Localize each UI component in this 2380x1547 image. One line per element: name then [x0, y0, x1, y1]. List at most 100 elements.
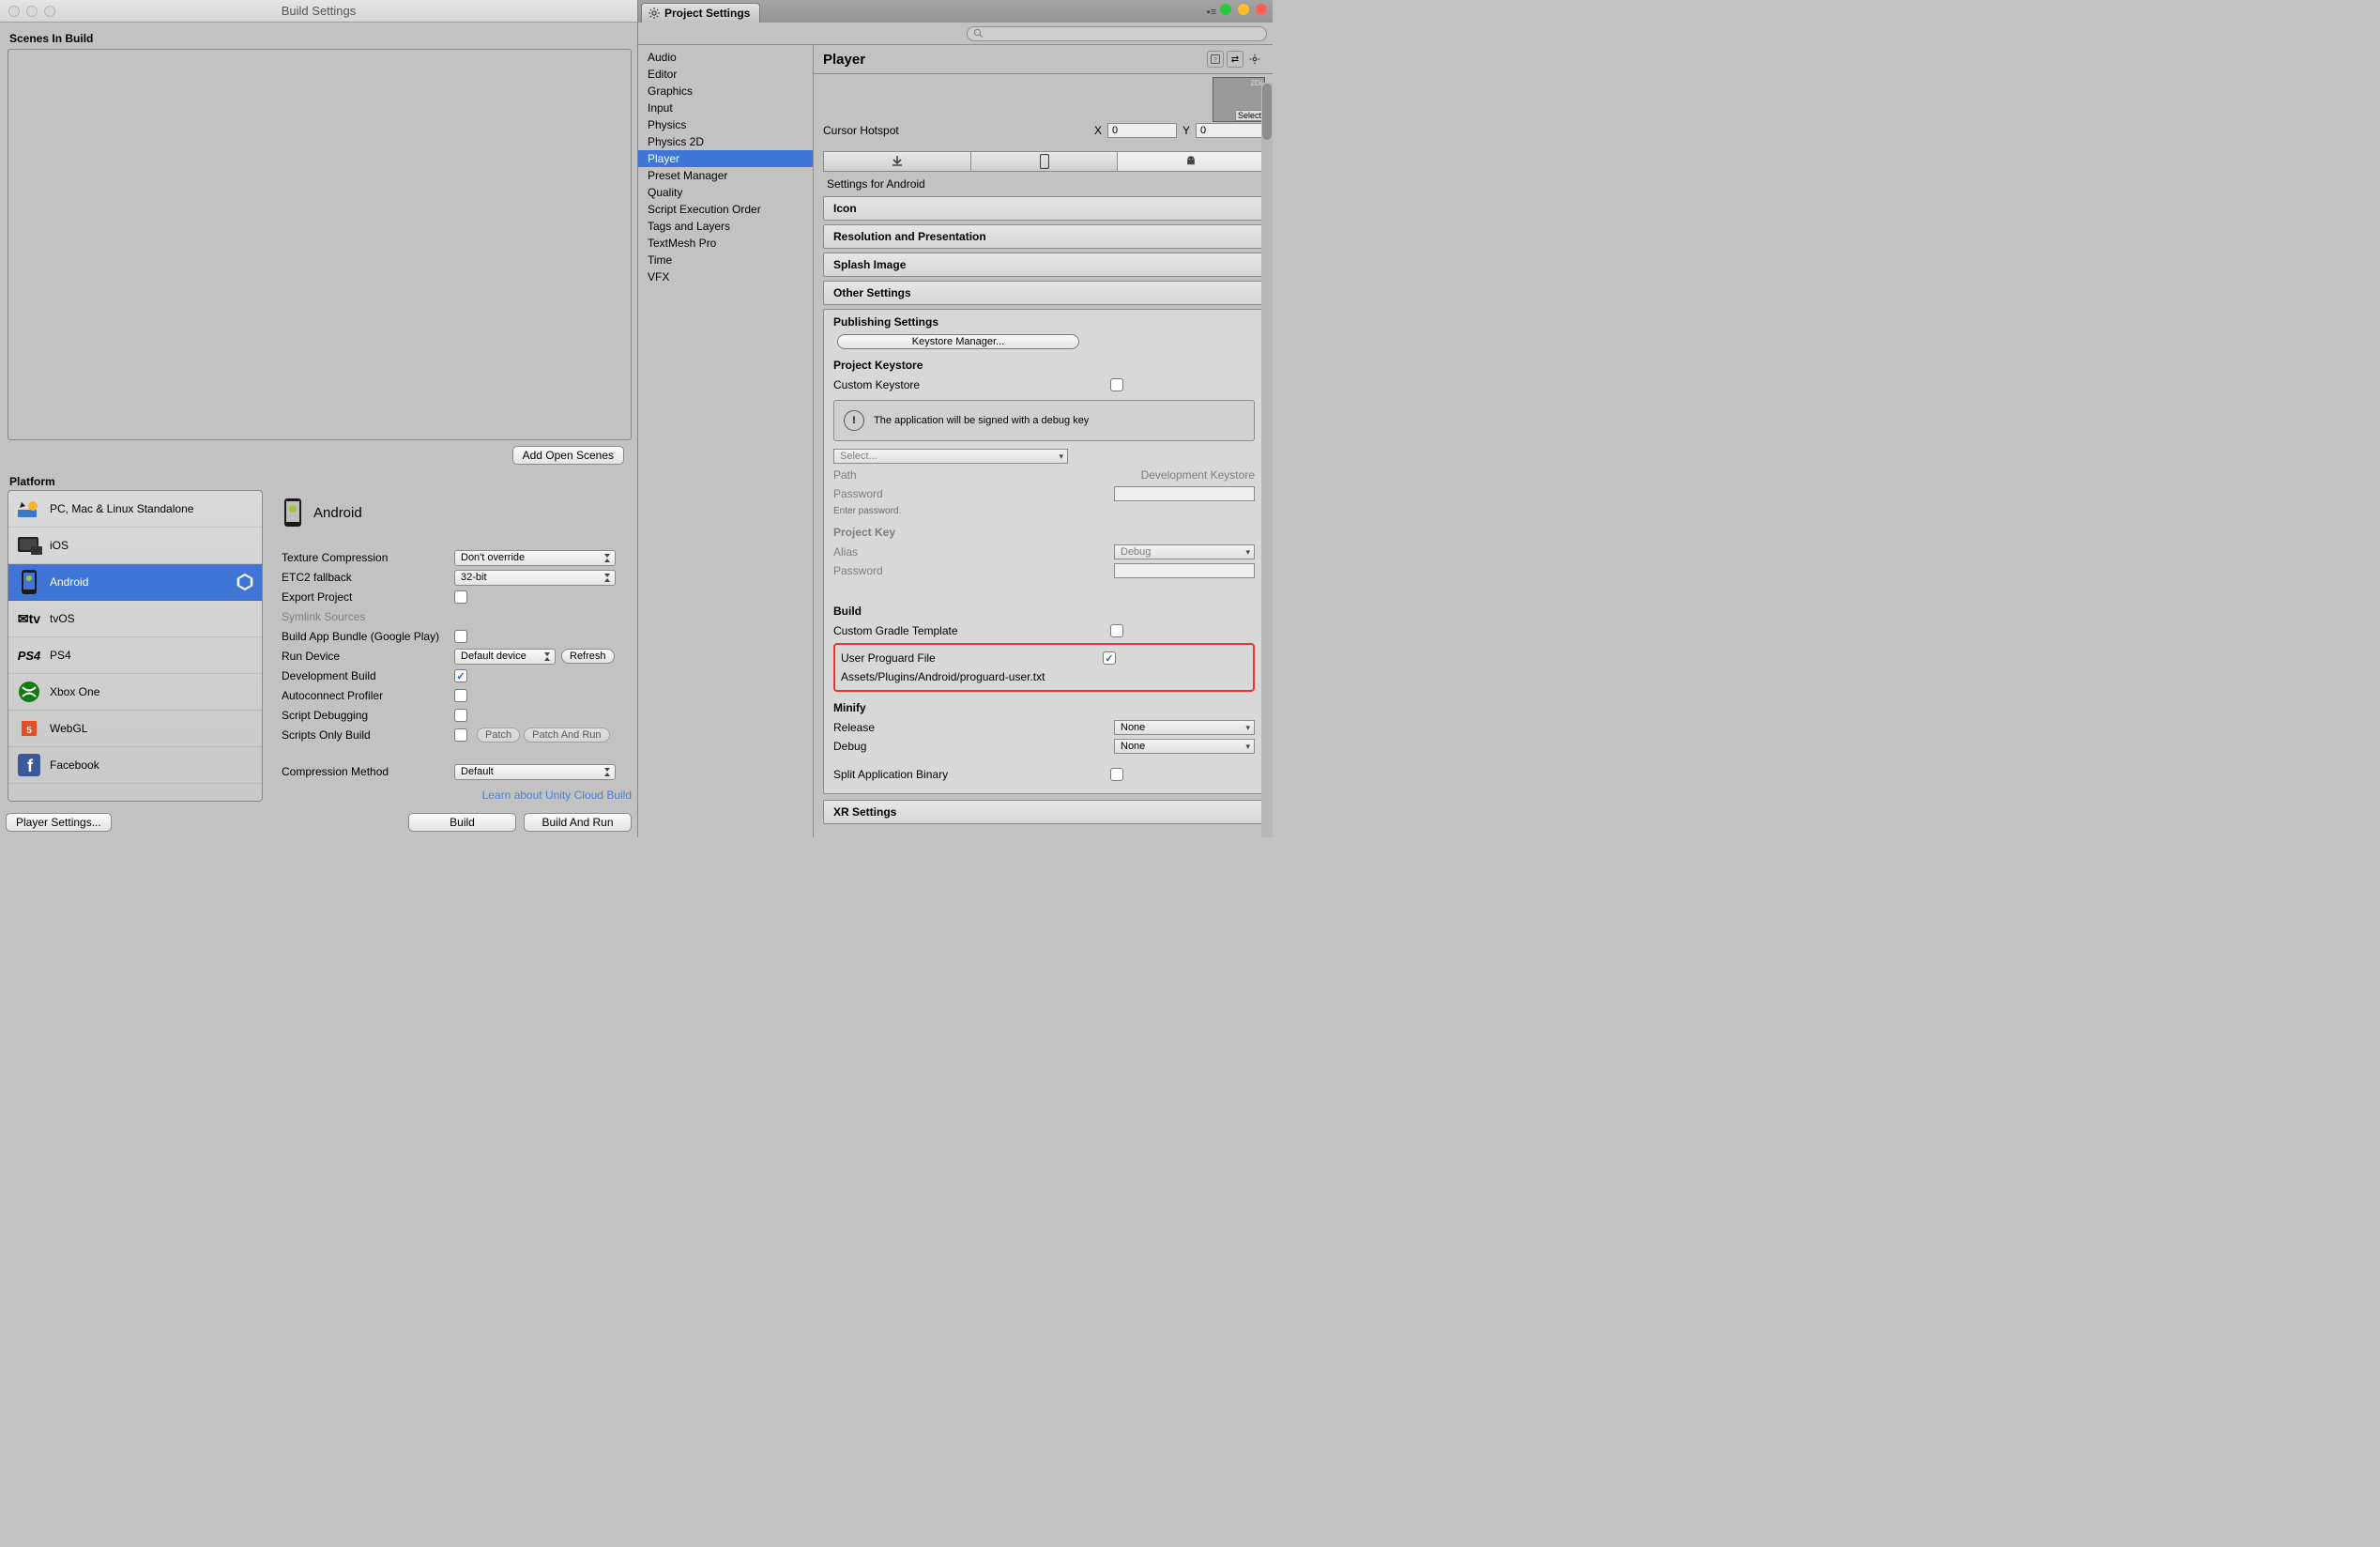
- alias-select[interactable]: Debug: [1114, 544, 1255, 559]
- android-phone-icon: [282, 498, 304, 528]
- fold-other[interactable]: Other Settings: [823, 281, 1265, 305]
- nav-editor[interactable]: Editor: [638, 66, 813, 83]
- platform-item-ps4[interactable]: PS4 PS4: [8, 637, 262, 674]
- select-button[interactable]: Select: [1235, 110, 1264, 121]
- fold-resolution[interactable]: Resolution and Presentation: [823, 224, 1265, 249]
- user-proguard-checkbox[interactable]: [1103, 651, 1116, 665]
- tab-android[interactable]: [1118, 151, 1265, 172]
- key-password-input[interactable]: [1114, 563, 1255, 578]
- refresh-button[interactable]: Refresh: [561, 649, 615, 664]
- scenes-label: Scenes In Build: [8, 28, 632, 49]
- script-debug-checkbox[interactable]: [454, 709, 467, 722]
- patch-run-button[interactable]: Patch And Run: [524, 728, 609, 743]
- run-device-select[interactable]: Default device: [454, 649, 556, 665]
- mac-close-dot[interactable]: [1256, 4, 1267, 15]
- fold-splash[interactable]: Splash Image: [823, 253, 1265, 277]
- texture-compression-select[interactable]: Don't override: [454, 550, 616, 566]
- platform-label: Platform: [8, 473, 632, 490]
- patch-button[interactable]: Patch: [477, 728, 520, 743]
- search-input[interactable]: [967, 26, 1267, 41]
- cursor-x-input[interactable]: [1107, 123, 1177, 138]
- content-scrollbar[interactable]: [1261, 83, 1273, 837]
- mac-min-dot[interactable]: [1238, 4, 1249, 15]
- dev-build-checkbox[interactable]: [454, 669, 467, 682]
- platform-item-webgl[interactable]: 5 WebGL: [8, 711, 262, 747]
- nav-player[interactable]: Player: [638, 150, 813, 167]
- nav-physics[interactable]: Physics: [638, 116, 813, 133]
- scroll-thumb[interactable]: [1262, 84, 1272, 140]
- custom-keystore-checkbox[interactable]: [1110, 378, 1123, 391]
- fold-xr[interactable]: XR Settings: [823, 800, 1265, 824]
- nav-tags[interactable]: Tags and Layers: [638, 218, 813, 235]
- scripts-only-checkbox[interactable]: [454, 728, 467, 742]
- keystore-manager-button[interactable]: Keystore Manager...: [837, 334, 1079, 349]
- keystore-password-input[interactable]: [1114, 486, 1255, 501]
- nav-audio[interactable]: Audio: [638, 49, 813, 66]
- cursor-y-input[interactable]: [1196, 123, 1265, 138]
- player-platform-tabs: [823, 151, 1265, 172]
- preset-icon[interactable]: ⇄: [1227, 51, 1243, 68]
- export-project-checkbox[interactable]: [454, 590, 467, 604]
- settings-nav[interactable]: Audio Editor Graphics Input Physics Phys…: [638, 45, 814, 837]
- nav-time[interactable]: Time: [638, 252, 813, 268]
- compression-select[interactable]: Default: [454, 764, 616, 780]
- nav-input[interactable]: Input: [638, 100, 813, 116]
- add-open-scenes-button[interactable]: Add Open Scenes: [512, 446, 624, 465]
- platform-item-standalone[interactable]: PC, Mac & Linux Standalone: [8, 491, 262, 528]
- xbox-icon: [16, 682, 42, 702]
- platform-item-ios[interactable]: iOS: [8, 528, 262, 564]
- split-binary-checkbox[interactable]: [1110, 768, 1123, 781]
- nav-physics2d[interactable]: Physics 2D: [638, 133, 813, 150]
- nav-tmp[interactable]: TextMesh Pro: [638, 235, 813, 252]
- etc2-select[interactable]: 32-bit: [454, 570, 616, 586]
- svg-text:?: ?: [1213, 58, 1217, 64]
- row-custom-gradle: Custom Gradle Template: [833, 621, 1255, 640]
- row-split-binary: Split Application Binary: [833, 765, 1255, 784]
- publishing-title: Publishing Settings: [833, 315, 1255, 329]
- autoconnect-checkbox[interactable]: [454, 689, 467, 702]
- tab-ios[interactable]: [971, 151, 1119, 172]
- row-texture-compression: Texture Compression Don't override: [282, 548, 632, 567]
- row-symlink: Symlink Sources: [282, 607, 632, 626]
- row-password2: Password: [833, 561, 1255, 580]
- platform-item-tvos[interactable]: ✉tv tvOS: [8, 601, 262, 637]
- tab-standalone[interactable]: [823, 151, 971, 172]
- tab-project-settings[interactable]: Project Settings: [641, 3, 760, 23]
- password-note: Enter password.: [833, 506, 1255, 516]
- cloud-build-link[interactable]: Learn about Unity Cloud Build: [282, 789, 632, 802]
- nav-preset[interactable]: Preset Manager: [638, 167, 813, 184]
- settings-for-label: Settings for Android: [823, 172, 1265, 196]
- minify-release-select[interactable]: None: [1114, 720, 1255, 735]
- row-aab: Build App Bundle (Google Play): [282, 627, 632, 646]
- row-user-proguard: User Proguard File: [841, 649, 1247, 667]
- player-settings-button[interactable]: Player Settings...: [6, 813, 112, 832]
- row-etc2: ETC2 fallback 32-bit: [282, 568, 632, 587]
- nav-vfx[interactable]: VFX: [638, 268, 813, 285]
- platform-list[interactable]: PC, Mac & Linux Standalone iOS Android: [8, 490, 263, 802]
- nav-quality[interactable]: Quality: [638, 184, 813, 201]
- pane-menu-icon[interactable]: ▪≡: [1207, 7, 1216, 18]
- platform-item-android[interactable]: Android: [8, 564, 262, 601]
- custom-gradle-checkbox[interactable]: [1110, 624, 1123, 637]
- help-icon[interactable]: ?: [1207, 51, 1224, 68]
- cursor-thumb[interactable]: 2D/ Select: [1213, 77, 1265, 122]
- svg-text:5: 5: [26, 726, 32, 736]
- ios-icon: [16, 535, 42, 556]
- nav-graphics[interactable]: Graphics: [638, 83, 813, 100]
- gear-small-icon[interactable]: [1246, 51, 1263, 68]
- build-button[interactable]: Build: [408, 813, 516, 832]
- fold-icon[interactable]: Icon: [823, 196, 1265, 221]
- minify-debug-select[interactable]: None: [1114, 739, 1255, 754]
- scenes-list[interactable]: Add Open Scenes: [8, 49, 632, 440]
- nav-seo[interactable]: Script Execution Order: [638, 201, 813, 218]
- platform-item-label: Facebook: [50, 758, 99, 772]
- platform-heading: Android: [282, 498, 632, 528]
- ps4-icon: PS4: [16, 645, 42, 666]
- platform-item-facebook[interactable]: f Facebook: [8, 747, 262, 784]
- aab-checkbox[interactable]: [454, 630, 467, 643]
- settings-content: Player ? ⇄ 2D/ Select Cursor Hotspot X: [814, 45, 1273, 837]
- platform-item-xboxone[interactable]: Xbox One: [8, 674, 262, 711]
- keystore-select[interactable]: Select...: [833, 449, 1068, 464]
- build-and-run-button[interactable]: Build And Run: [524, 813, 632, 832]
- mac-zoom-dot[interactable]: [1220, 4, 1231, 15]
